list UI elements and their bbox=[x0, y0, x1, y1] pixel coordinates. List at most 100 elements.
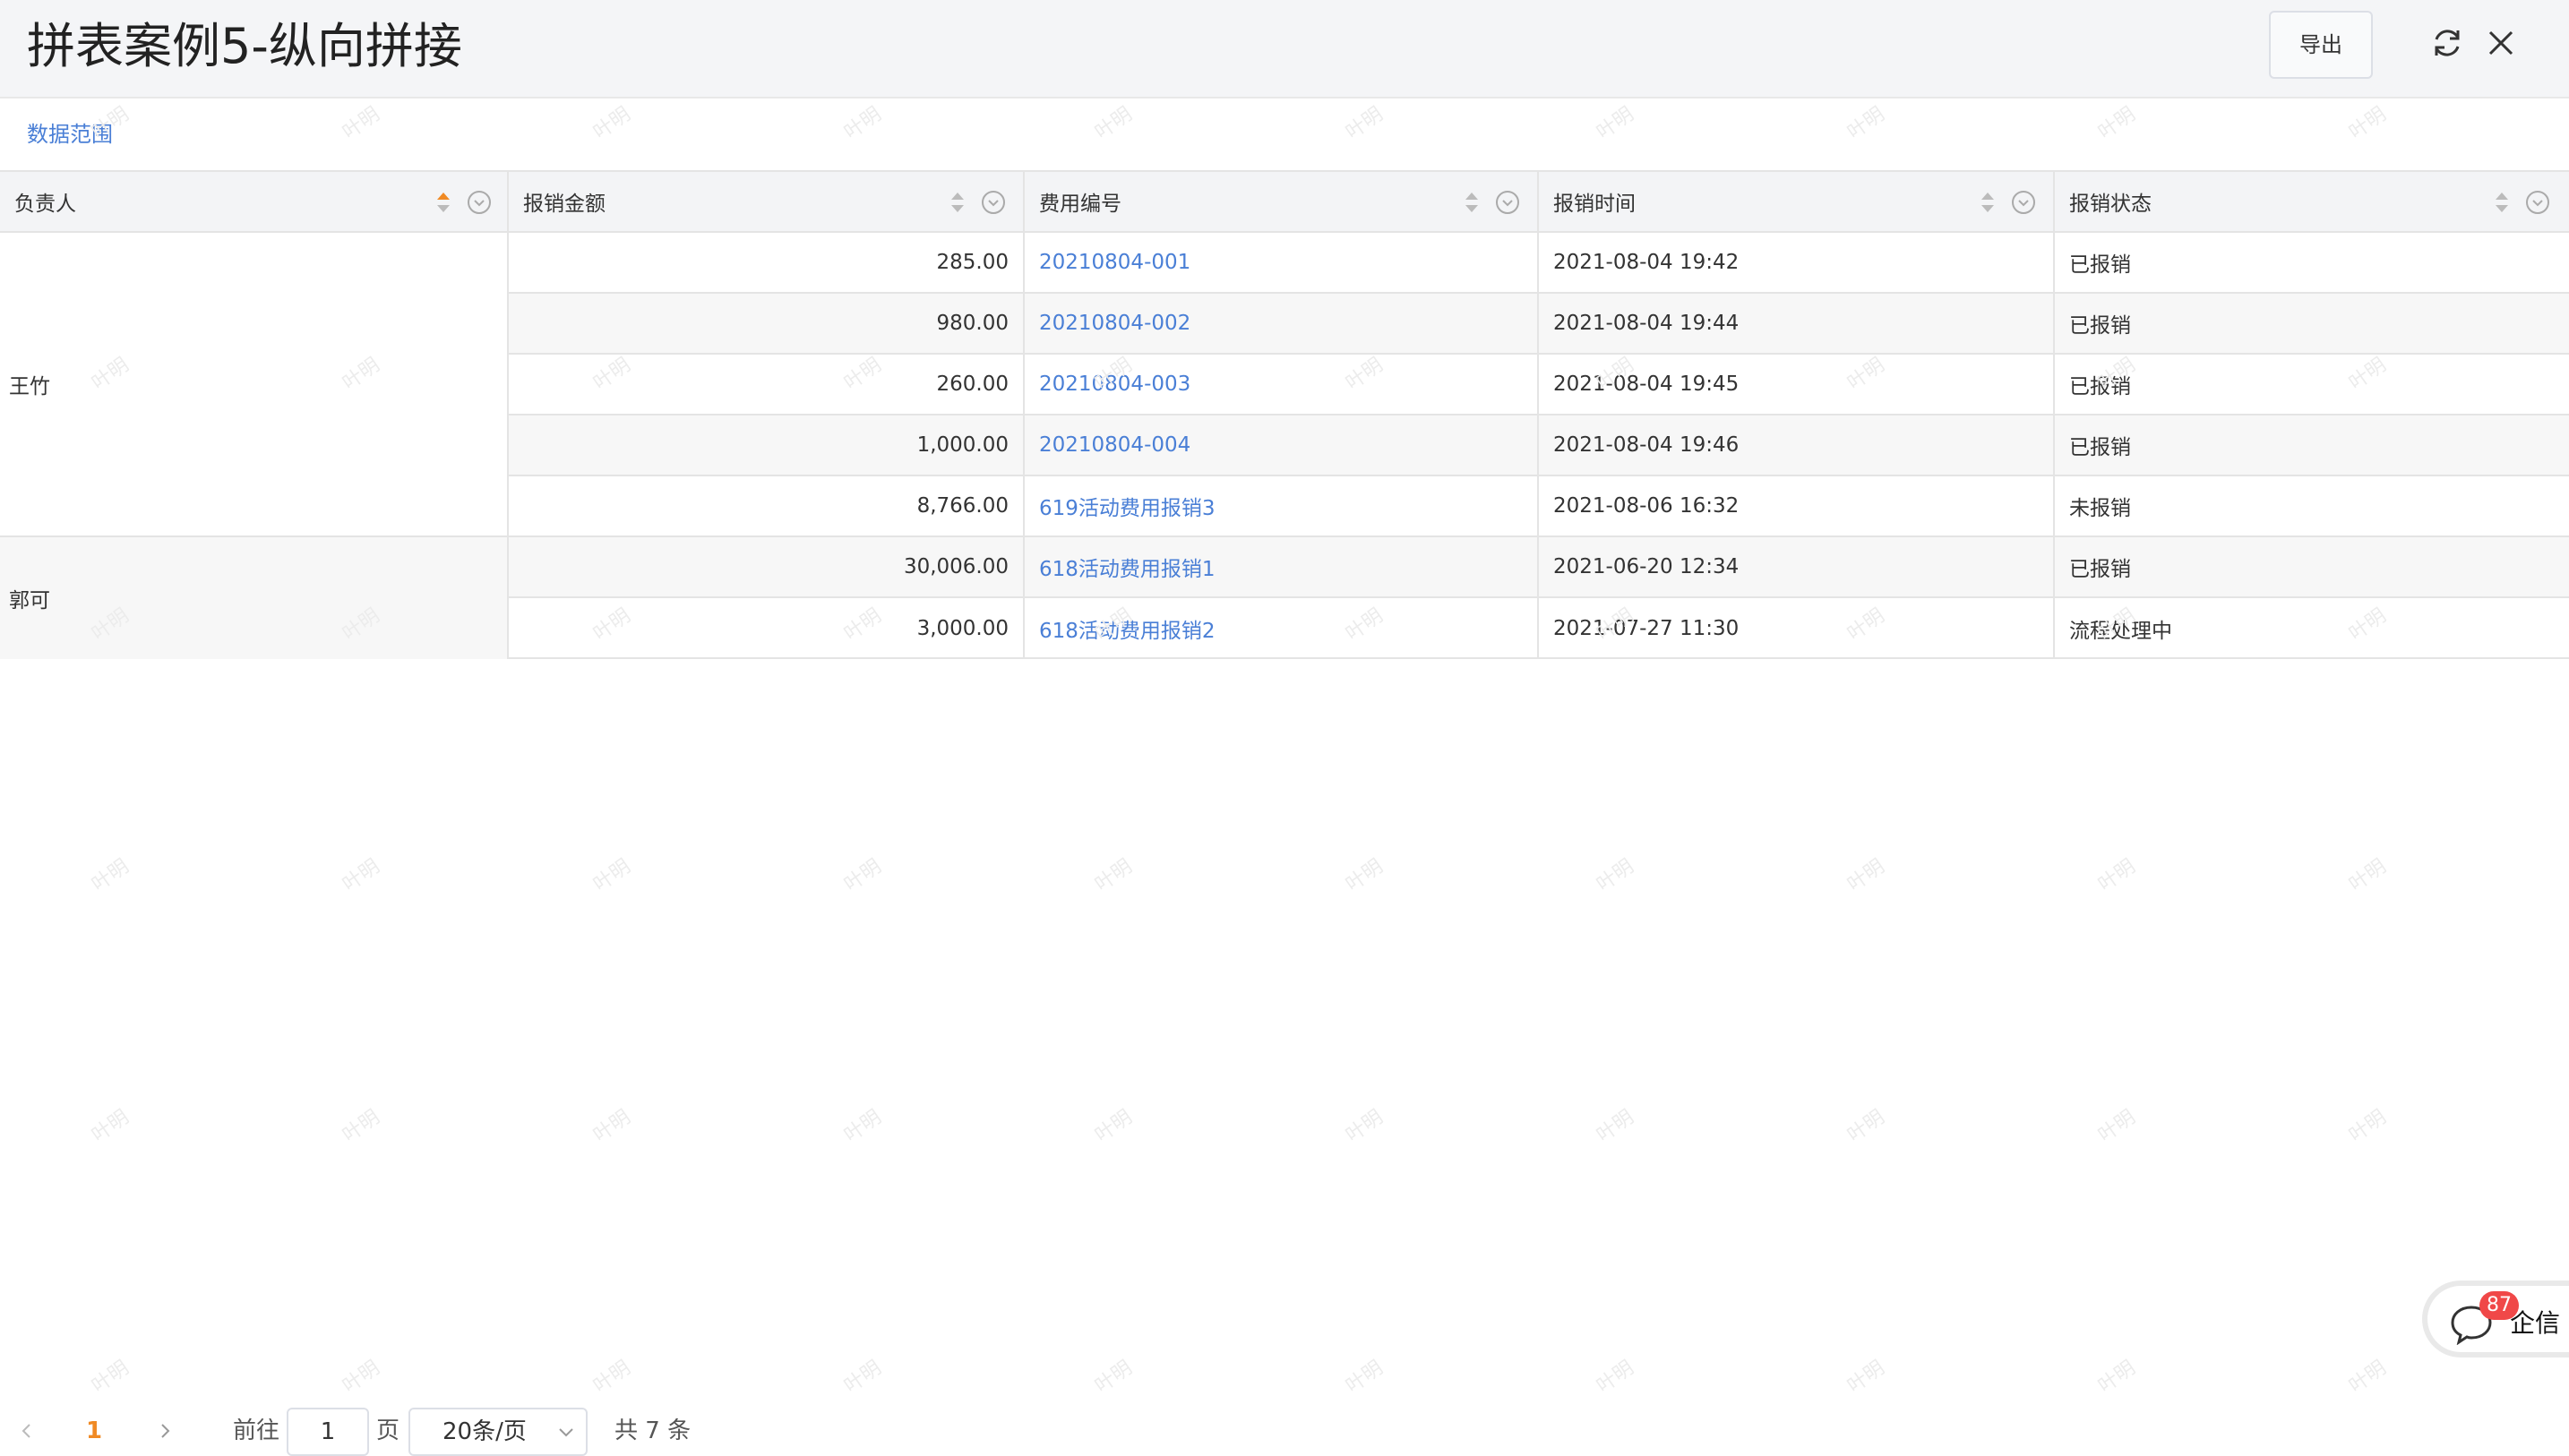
expense-code-link[interactable]: 20210804-003 bbox=[1039, 373, 1190, 396]
amount-cell: 8,766.00 bbox=[509, 476, 1025, 535]
watermark-text: 叶明 bbox=[1342, 103, 1388, 144]
qixin-chat-button[interactable]: 87 企信 bbox=[2422, 1280, 2569, 1358]
watermark-text: 叶明 bbox=[840, 1357, 886, 1398]
amount-cell: 3,000.00 bbox=[509, 598, 1025, 659]
watermark-text: 叶明 bbox=[1593, 855, 1638, 896]
status-cell: 已报销 bbox=[2069, 375, 2131, 398]
column-header-status[interactable]: 报销状态 bbox=[2055, 172, 2569, 231]
expense-code-link[interactable]: 618活动费用报销1 bbox=[1039, 552, 1216, 582]
status-cell: 已报销 bbox=[2069, 558, 2131, 581]
filter-dropdown-icon[interactable] bbox=[2524, 189, 2551, 216]
code-cell: 20210804-004 bbox=[1025, 415, 1539, 475]
current-page-number[interactable]: 1 bbox=[86, 1406, 102, 1456]
column-header-label: 报销状态 bbox=[2069, 193, 2152, 216]
watermark-text: 叶明 bbox=[88, 1357, 133, 1398]
table-row[interactable]: 980.00 20210804-002 2021-08-04 19:44 已报销 bbox=[509, 294, 2569, 355]
amount-cell: 1,000.00 bbox=[509, 415, 1025, 475]
watermark-text: 叶明 bbox=[1342, 1106, 1388, 1147]
page-title: 拼表案例5-纵向拼接 bbox=[27, 18, 462, 74]
page-size-select[interactable]: 20条/页 bbox=[408, 1408, 588, 1456]
column-header-label: 报销金额 bbox=[523, 193, 606, 216]
table-row[interactable]: 30,006.00 618活动费用报销1 2021-06-20 12:34 已报… bbox=[509, 537, 2569, 598]
expense-code-link[interactable]: 619活动费用报销3 bbox=[1039, 491, 1216, 521]
watermark-text: 叶明 bbox=[2345, 1106, 2391, 1147]
dialog-header: 拼表案例5-纵向拼接 导出 bbox=[0, 0, 2569, 98]
time-cell: 2021-06-20 12:34 bbox=[1539, 537, 2055, 596]
watermark-text: 叶明 bbox=[2094, 1106, 2140, 1147]
data-scope-link[interactable]: 数据范围 bbox=[27, 118, 113, 150]
watermark-text: 叶明 bbox=[589, 103, 635, 144]
table-row[interactable]: 8,766.00 619活动费用报销3 2021-08-06 16:32 未报销 bbox=[509, 476, 2569, 537]
sort-icon[interactable] bbox=[949, 190, 966, 215]
watermark-text: 叶明 bbox=[1091, 1106, 1137, 1147]
time-cell: 2021-07-27 11:30 bbox=[1539, 598, 2055, 659]
amount-cell: 285.00 bbox=[509, 233, 1025, 292]
watermark-text: 叶明 bbox=[1091, 103, 1137, 144]
data-table: 负责人 报销金额 费用编号 报销时间 报销状态 王竹 郭可 285.00 202… bbox=[0, 170, 2569, 659]
filter-dropdown-icon[interactable] bbox=[2010, 189, 2037, 216]
code-cell: 618活动费用报销2 bbox=[1025, 598, 1539, 659]
column-header-label: 负责人 bbox=[14, 193, 76, 216]
watermark-text: 叶明 bbox=[339, 103, 384, 144]
watermark-text: 叶明 bbox=[2094, 1357, 2140, 1398]
watermark-text: 叶明 bbox=[589, 1106, 635, 1147]
status-cell: 已报销 bbox=[2069, 314, 2131, 338]
column-header-amount[interactable]: 报销金额 bbox=[509, 172, 1025, 231]
pagination: 1 前往 1 页 20条/页 共 7 条 bbox=[0, 1406, 806, 1456]
table-row[interactable]: 260.00 20210804-003 2021-08-04 19:45 已报销 bbox=[509, 355, 2569, 415]
page-unit-label: 页 bbox=[376, 1417, 400, 1444]
watermark-text: 叶明 bbox=[1843, 1106, 1889, 1147]
watermark-text: 叶明 bbox=[1091, 1357, 1137, 1398]
filter-dropdown-icon[interactable] bbox=[466, 189, 493, 216]
export-button[interactable]: 导出 bbox=[2269, 11, 2373, 79]
status-cell: 已报销 bbox=[2069, 253, 2131, 277]
column-header-person[interactable]: 负责人 bbox=[0, 172, 509, 231]
code-cell: 20210804-001 bbox=[1025, 233, 1539, 292]
close-icon[interactable] bbox=[2481, 23, 2521, 63]
column-header-label: 费用编号 bbox=[1039, 193, 1121, 216]
watermark-text: 叶明 bbox=[840, 1106, 886, 1147]
expense-code-link[interactable]: 20210804-001 bbox=[1039, 251, 1190, 274]
status-cell: 未报销 bbox=[2069, 497, 2131, 520]
watermark-text: 叶明 bbox=[88, 855, 133, 896]
watermark-text: 叶明 bbox=[589, 1357, 635, 1398]
sort-asc-active-icon[interactable] bbox=[435, 190, 451, 215]
chevron-down-icon bbox=[559, 1428, 573, 1437]
prev-page-icon[interactable] bbox=[16, 1420, 38, 1442]
person-cell: 王竹 bbox=[0, 233, 509, 537]
person-cell: 郭可 bbox=[0, 537, 509, 659]
page-size-value: 20条/页 bbox=[442, 1418, 527, 1445]
table-row[interactable]: 285.00 20210804-001 2021-08-04 19:42 已报销 bbox=[509, 233, 2569, 294]
watermark-text: 叶明 bbox=[339, 855, 384, 896]
watermark-text: 叶明 bbox=[1342, 855, 1388, 896]
column-header-time[interactable]: 报销时间 bbox=[1539, 172, 2055, 231]
watermark-text: 叶明 bbox=[589, 855, 635, 896]
amount-cell: 260.00 bbox=[509, 355, 1025, 414]
column-header-code[interactable]: 费用编号 bbox=[1025, 172, 1539, 231]
filter-dropdown-icon[interactable] bbox=[980, 189, 1007, 216]
watermark-text: 叶明 bbox=[1091, 855, 1137, 896]
table-row[interactable]: 3,000.00 618活动费用报销2 2021-07-27 11:30 流程处… bbox=[509, 598, 2569, 659]
expense-code-link[interactable]: 20210804-002 bbox=[1039, 312, 1190, 335]
time-cell: 2021-08-04 19:45 bbox=[1539, 355, 2055, 414]
page-jump-input[interactable]: 1 bbox=[287, 1408, 369, 1456]
time-cell: 2021-08-04 19:42 bbox=[1539, 233, 2055, 292]
filter-dropdown-icon[interactable] bbox=[1494, 189, 1521, 216]
time-cell: 2021-08-04 19:44 bbox=[1539, 294, 2055, 353]
watermark-text: 叶明 bbox=[1593, 1106, 1638, 1147]
table-row[interactable]: 1,000.00 20210804-004 2021-08-04 19:46 已… bbox=[509, 415, 2569, 476]
watermark-text: 叶明 bbox=[1593, 1357, 1638, 1398]
expense-code-link[interactable]: 618活动费用报销2 bbox=[1039, 613, 1216, 644]
watermark-text: 叶明 bbox=[2345, 103, 2391, 144]
watermark-text: 叶明 bbox=[1593, 103, 1638, 144]
sort-icon[interactable] bbox=[1464, 190, 1480, 215]
expense-code-link[interactable]: 20210804-004 bbox=[1039, 433, 1190, 457]
watermark-text: 叶明 bbox=[1843, 1357, 1889, 1398]
table-header-row: 负责人 报销金额 费用编号 报销时间 报销状态 bbox=[0, 172, 2569, 233]
refresh-icon[interactable] bbox=[2427, 23, 2467, 63]
next-page-icon[interactable] bbox=[154, 1420, 176, 1442]
sort-icon[interactable] bbox=[2494, 190, 2510, 215]
watermark-text: 叶明 bbox=[88, 1106, 133, 1147]
sort-icon[interactable] bbox=[1980, 190, 1996, 215]
time-cell: 2021-08-04 19:46 bbox=[1539, 415, 2055, 475]
